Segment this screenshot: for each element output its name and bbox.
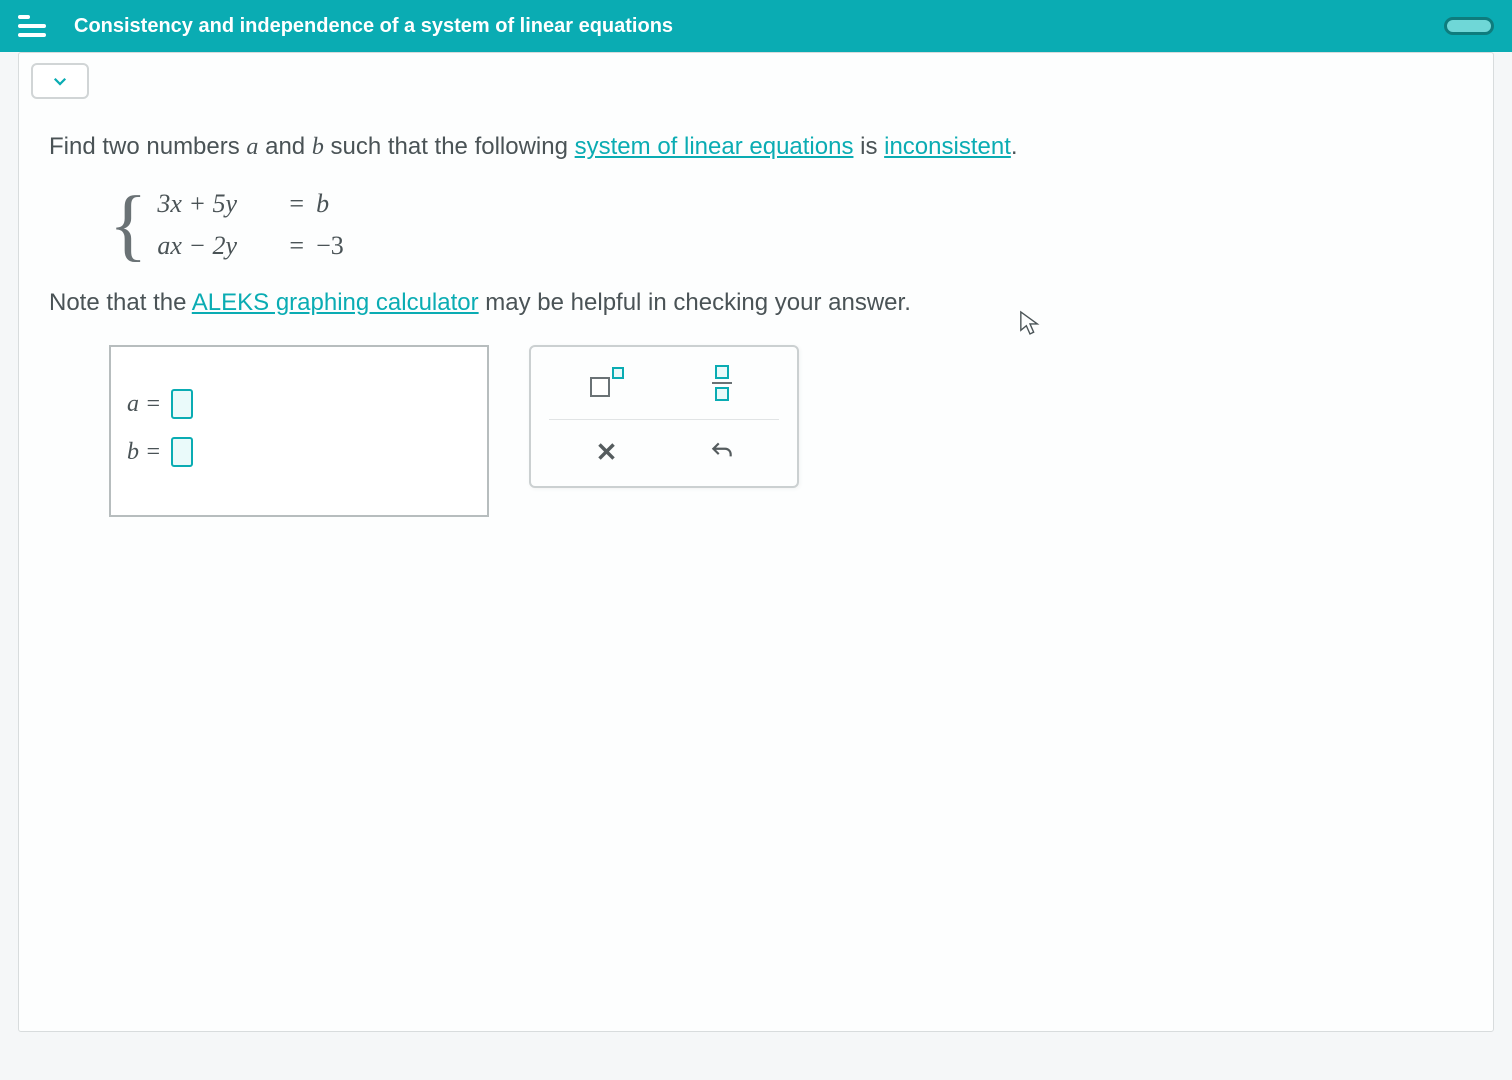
note-text: may be helpful in checking your answer.	[479, 289, 911, 316]
topbar: Consistency and independence of a system…	[0, 0, 1512, 52]
input-b[interactable]	[171, 437, 193, 467]
fraction-tool[interactable]	[695, 361, 749, 405]
exponent-icon	[590, 369, 624, 397]
brace-icon: {	[109, 190, 147, 260]
answer-row-b: b =	[127, 437, 471, 467]
status-pill	[1444, 17, 1494, 35]
prompt-text: and	[258, 133, 311, 160]
link-aleks-calculator[interactable]: ALEKS graphing calculator	[192, 289, 479, 316]
label-a: a =	[127, 391, 161, 418]
prompt-text: such that the following	[324, 133, 575, 160]
var-b: b	[312, 134, 324, 160]
prompt: Find two numbers a and b such that the f…	[49, 129, 1463, 165]
eq1-rhs: b	[316, 189, 356, 219]
system-of-equations: { 3x + 5y = b ax − 2y = −3	[109, 189, 1463, 261]
exponent-tool[interactable]	[580, 361, 634, 405]
answer-row-a: a =	[127, 389, 471, 419]
prompt-text: Find two numbers	[49, 133, 246, 160]
page-title: Consistency and independence of a system…	[74, 15, 673, 38]
prompt-text: .	[1011, 133, 1018, 160]
fraction-icon	[712, 365, 732, 402]
label-b: b =	[127, 439, 161, 466]
note: Note that the ALEKS graphing calculator …	[49, 289, 1463, 317]
close-icon: ✕	[596, 437, 618, 468]
note-text: Note that the	[49, 289, 192, 316]
clear-button[interactable]: ✕	[580, 430, 634, 474]
link-inconsistent[interactable]: inconsistent	[884, 133, 1011, 160]
tool-panel: ✕	[529, 345, 799, 488]
equation-1: 3x + 5y = b	[157, 189, 356, 219]
menu-icon[interactable]	[18, 15, 46, 37]
eq2-rhs: −3	[316, 231, 356, 261]
undo-icon	[709, 439, 735, 465]
input-a[interactable]	[171, 389, 193, 419]
equation-2: ax − 2y = −3	[157, 231, 356, 261]
answer-box: a = b =	[109, 345, 489, 517]
eq2-eq: =	[289, 231, 304, 261]
chevron-down-icon	[51, 72, 69, 90]
eq2-lhs: ax − 2y	[157, 231, 277, 261]
link-system-of-linear-equations[interactable]: system of linear equations	[575, 133, 854, 160]
expand-toggle[interactable]	[31, 63, 89, 99]
question-card: Find two numbers a and b such that the f…	[18, 52, 1494, 1032]
undo-button[interactable]	[695, 430, 749, 474]
prompt-text: is	[853, 133, 884, 160]
eq1-eq: =	[289, 189, 304, 219]
eq1-lhs: 3x + 5y	[157, 189, 277, 219]
var-a: a	[246, 134, 258, 160]
